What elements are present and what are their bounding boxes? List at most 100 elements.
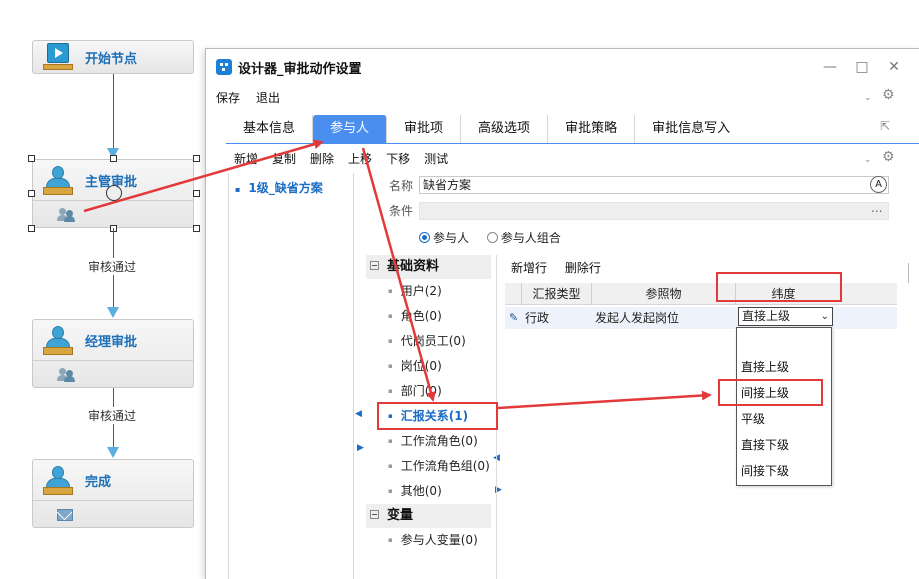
reporting-grid-area: 新增行 删除行 汇报类型 参照物 纬度 ✎ 行政 发起人发起岗位 (496, 255, 919, 579)
gear-icon[interactable]: ⚙ (882, 149, 895, 165)
connector-arrow (107, 447, 119, 458)
connector-line (113, 74, 114, 152)
save-button[interactable]: 保存 (216, 89, 240, 106)
expand-right-icon[interactable]: ▶ (357, 443, 364, 453)
tab-underline (226, 143, 919, 144)
close-icon[interactable]: ✕ (884, 57, 904, 77)
translate-icon[interactable]: A (870, 176, 887, 193)
workflow-canvas: 开始节点 主管审批 审核通过 经理审批 审核通过 完成 (0, 0, 205, 579)
tab-strategy[interactable]: 审批策略 (548, 115, 636, 143)
test-button[interactable]: 测试 (424, 150, 448, 167)
resize-handle[interactable] (110, 155, 117, 162)
col-header-reference[interactable]: 参照物 (591, 283, 735, 305)
tree-item-position[interactable]: 岗位(0) (366, 354, 491, 379)
tree-item-proxy-employee[interactable]: 代岗员工(0) (366, 329, 491, 354)
expand-icon[interactable]: ⇱ (880, 119, 890, 133)
edge-label[interactable]: 审核通过 (86, 258, 139, 275)
name-label: 名称 (389, 179, 414, 193)
participants-toolbar: 新增 复制 删除 上移 下移 测试 (234, 148, 462, 168)
annotation-box-dimension (716, 272, 842, 302)
workflow-node-manager[interactable]: 经理审批 (32, 319, 194, 388)
collapse-icon[interactable] (370, 261, 379, 270)
play-icon (43, 43, 73, 71)
resize-handle[interactable] (193, 155, 200, 162)
tree-item-workflow-role[interactable]: 工作流角色(0) (366, 429, 491, 454)
resize-handle[interactable] (28, 155, 35, 162)
radio-participant-group[interactable] (486, 232, 498, 243)
collapse-icon[interactable] (370, 510, 379, 519)
start-node-title: 开始节点 (85, 51, 138, 67)
maximize-icon[interactable]: □ (852, 57, 872, 77)
annotation-box-reporting (377, 402, 498, 430)
tab-write-info[interactable]: 审批信息写入 (635, 115, 747, 143)
dimension-dropdown: 直接上级 间接上级 平级 直接下级 间接下级 (736, 327, 832, 486)
resize-handle[interactable] (28, 225, 35, 232)
chevron-down-icon[interactable]: ⌄ (864, 155, 872, 165)
participants-icon[interactable] (57, 367, 75, 382)
gear-icon[interactable]: ⚙ (882, 87, 895, 103)
tree-group-basic[interactable]: 基础资料 (366, 255, 491, 279)
minimize-icon[interactable]: — (820, 57, 840, 77)
edge-label[interactable]: 审核通过 (86, 407, 139, 424)
mail-icon[interactable] (57, 508, 73, 521)
dimension-select-value: 直接上级 (742, 309, 791, 323)
col-header-report-type[interactable]: 汇报类型 (521, 283, 591, 305)
move-up-button[interactable]: 上移 (348, 150, 372, 167)
delete-button[interactable]: 删除 (310, 150, 334, 167)
tree-item-participant-variable[interactable]: 参与人变量(0) (366, 528, 491, 553)
tree-item-department[interactable]: 部门(0) (366, 379, 491, 404)
connector-arrow (107, 307, 119, 318)
tree-item-other[interactable]: 其他(0) (366, 479, 491, 504)
workflow-node-finish[interactable]: 完成 (32, 459, 194, 528)
tab-basic-info[interactable]: 基本信息 (226, 115, 314, 143)
condition-input[interactable] (419, 202, 889, 220)
approver-icon (43, 325, 73, 355)
node-title: 完成 (85, 474, 112, 490)
resize-handle[interactable] (193, 190, 200, 197)
tab-bar: 基本信息 参与人 审批项 高级选项 审批策略 审批信息写入 (226, 115, 747, 143)
tree-item-user[interactable]: 用户(2) (366, 279, 491, 304)
add-button[interactable]: 新增 (234, 150, 258, 167)
dropdown-option[interactable]: 平级 (737, 406, 831, 432)
delete-row-button[interactable]: 删除行 (565, 261, 601, 275)
add-row-button[interactable]: 新增行 (511, 261, 547, 275)
cell-reference[interactable]: 发起人发起岗位 (595, 307, 679, 329)
dimension-select[interactable]: 直接上级 ⌄ (738, 307, 833, 326)
tab-participants[interactable]: 参与人 (313, 115, 388, 143)
dialog-title: 设计器_审批动作设置 (238, 61, 362, 77)
connection-point[interactable] (106, 185, 122, 201)
condition-more-button[interactable]: ... (871, 201, 882, 215)
scheme-item[interactable]: 1级_缺省方案 (235, 179, 322, 196)
tree-item-role[interactable]: 角色(0) (366, 304, 491, 329)
grid-toolbar: 新增行 删除行 (511, 259, 615, 276)
chevron-down-icon[interactable]: ⌄ (821, 308, 829, 325)
name-input[interactable]: 缺省方案 (419, 176, 889, 194)
radio-participant[interactable] (419, 232, 430, 243)
dropdown-option[interactable]: 直接下级 (737, 432, 831, 458)
node-title: 经理审批 (85, 334, 138, 350)
radio-participant-label: 参与人 (433, 231, 470, 245)
tree-group-variables[interactable]: 变量 (366, 504, 491, 528)
copy-button[interactable]: 复制 (272, 150, 296, 167)
exit-button[interactable]: 退出 (256, 89, 280, 106)
chevron-down-icon[interactable]: ⌄ (864, 93, 872, 103)
participants-icon[interactable] (57, 207, 75, 222)
dropdown-option[interactable]: 间接下级 (737, 458, 831, 484)
menu-bar: 保存 退出 (206, 85, 919, 109)
move-down-button[interactable]: 下移 (386, 150, 410, 167)
tree-item-workflow-role-group[interactable]: 工作流角色组(0) (366, 454, 491, 479)
edit-pencil-icon: ✎ (509, 311, 519, 324)
annotation-box-indirect (718, 379, 823, 406)
cell-report-type[interactable]: 行政 (525, 307, 549, 329)
dropdown-option-empty[interactable] (737, 328, 831, 354)
resize-handle[interactable] (28, 190, 35, 197)
table-row[interactable]: ✎ 行政 发起人发起岗位 (505, 307, 897, 329)
tab-advanced[interactable]: 高级选项 (461, 115, 549, 143)
tab-approval-items[interactable]: 审批项 (387, 115, 462, 143)
grid-scroll-edge (908, 263, 909, 283)
dropdown-option[interactable]: 直接上级 (737, 354, 831, 380)
dialog-title-bar: 设计器_审批动作设置 (206, 49, 919, 85)
collapse-left-icon[interactable]: ◀ (355, 409, 362, 419)
start-node[interactable]: 开始节点 (32, 40, 194, 74)
resize-handle[interactable] (193, 225, 200, 232)
